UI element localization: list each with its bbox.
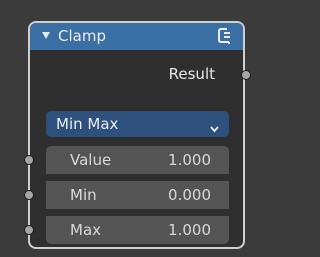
- min-input-socket[interactable]: [24, 190, 34, 200]
- result-output-label: Result: [168, 65, 215, 83]
- clamp-type-value: Min Max: [56, 115, 119, 133]
- clamp-type-dropdown[interactable]: Min Max: [46, 111, 229, 137]
- chevron-down-icon: [209, 119, 220, 133]
- value-input-field[interactable]: Value 1.000: [46, 146, 229, 174]
- min-input-field[interactable]: Min 0.000: [46, 181, 229, 209]
- max-input-value: 1.000: [168, 221, 211, 239]
- node-title: Clamp: [58, 27, 106, 45]
- value-input-value: 1.000: [168, 151, 211, 169]
- min-input-label: Min: [70, 186, 97, 204]
- max-input-label: Max: [70, 221, 102, 239]
- collapse-arrow-icon[interactable]: [42, 32, 50, 39]
- min-input-value: 0.000: [168, 186, 211, 204]
- node-type-icon[interactable]: [216, 27, 233, 46]
- clamp-node[interactable]: Clamp Result Min Max Value 1.000 Min 0.0…: [24, 21, 251, 249]
- node-editor-canvas[interactable]: Clamp Result Min Max Value 1.000 Min 0.0…: [0, 0, 265, 257]
- value-input-label: Value: [70, 151, 112, 169]
- node-header[interactable]: Clamp: [30, 23, 243, 50]
- max-input-socket[interactable]: [24, 225, 34, 235]
- result-output-socket[interactable]: [241, 70, 251, 80]
- max-input-field[interactable]: Max 1.000: [46, 216, 229, 244]
- value-input-socket[interactable]: [24, 155, 34, 165]
